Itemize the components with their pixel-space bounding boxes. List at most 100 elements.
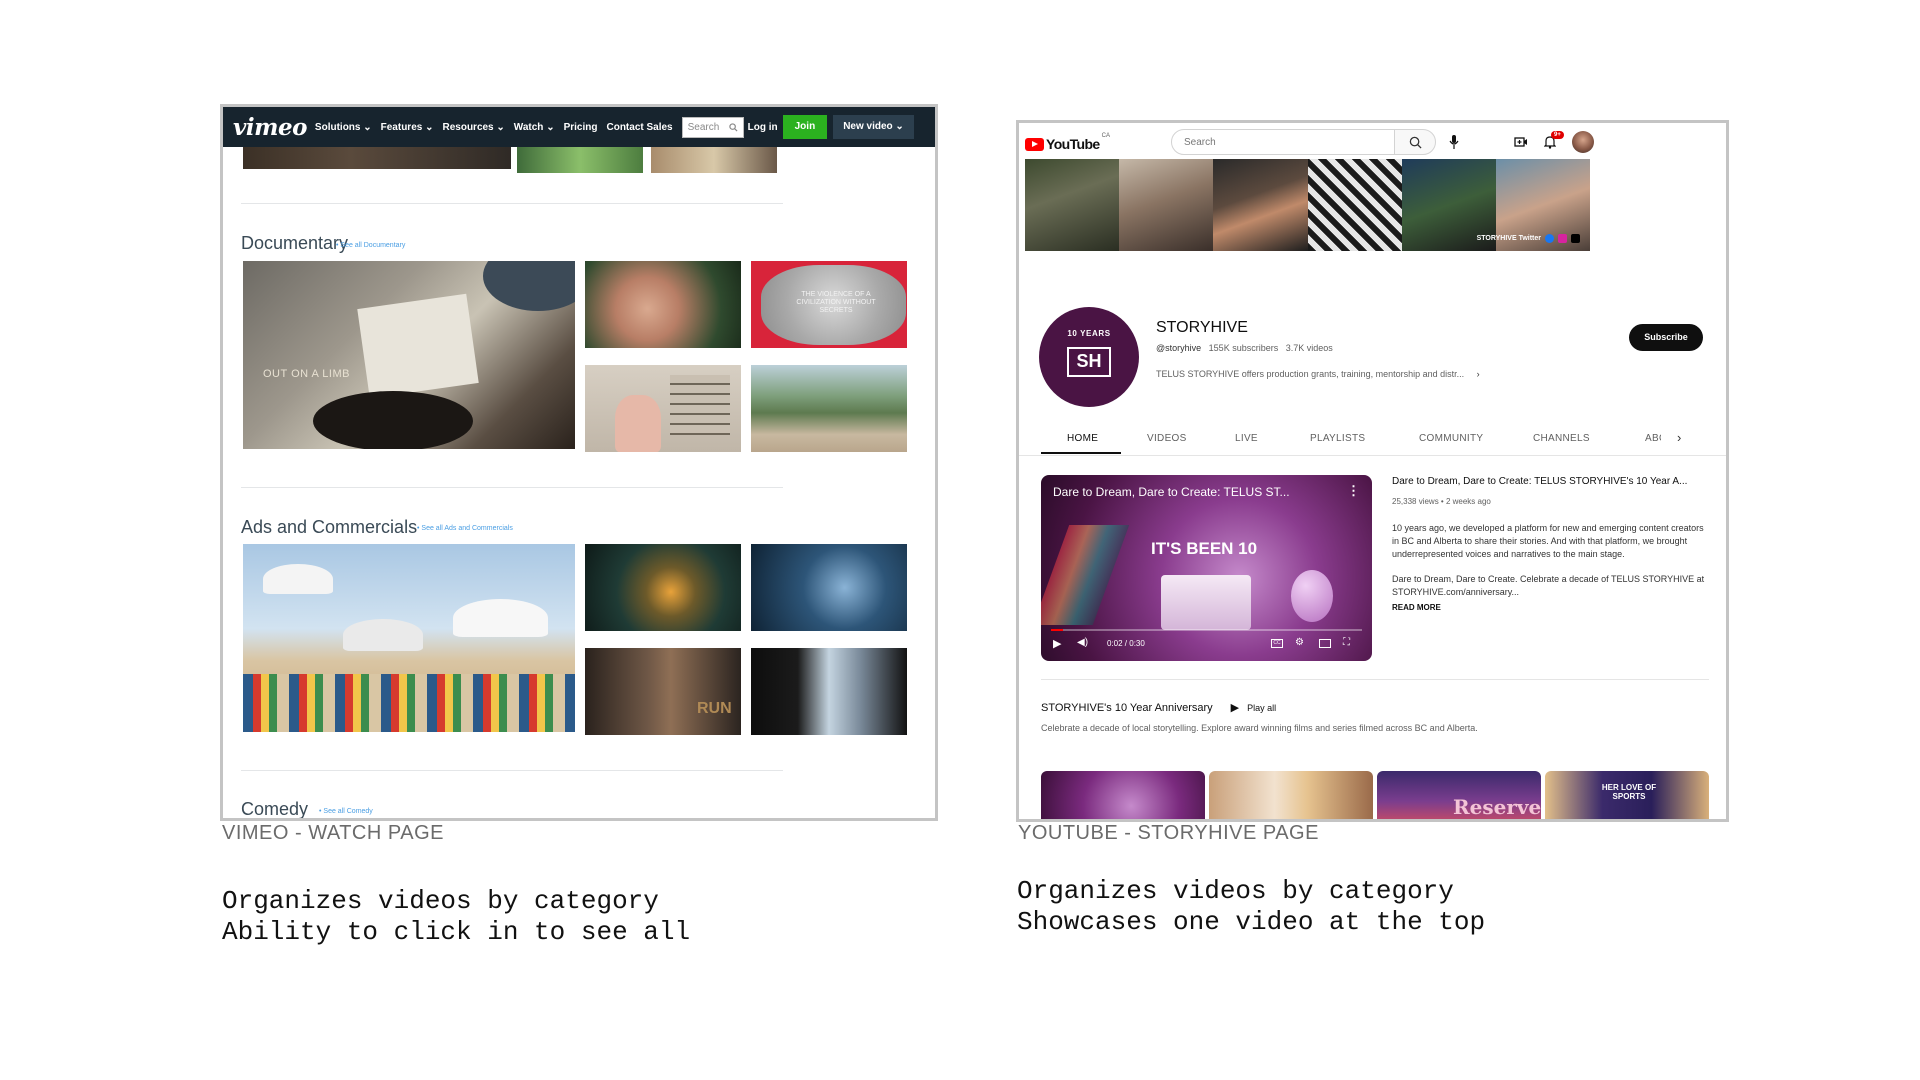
featured-video-title[interactable]: Dare to Dream, Dare to Create: TELUS STO… (1392, 476, 1707, 487)
tab-community[interactable]: COMMUNITY (1419, 433, 1483, 444)
notification-badge: 9+ (1551, 131, 1564, 139)
channel-avatar[interactable]: 10 YEARS SH (1039, 307, 1139, 407)
video-thumbnail[interactable] (751, 544, 907, 631)
video-thumbnail[interactable] (585, 544, 741, 631)
divider (1019, 455, 1726, 456)
see-all-comedy-link[interactable]: • See all Comedy (319, 808, 373, 815)
youtube-wordmark: YouTube (1046, 136, 1100, 152)
banner-photo (1213, 159, 1308, 251)
instagram-icon[interactable] (1558, 234, 1567, 243)
youtube-play-icon (1025, 137, 1044, 151)
youtube-logo[interactable]: YouTube CA (1025, 133, 1110, 152)
join-button[interactable]: Join (782, 115, 828, 139)
nav-solutions[interactable]: Solutions ⌄ (315, 122, 372, 133)
vimeo-notes: Organizes videos by category Ability to … (222, 886, 690, 948)
section-title-documentary: Documentary (241, 233, 349, 253)
play-all-label: Play all (1247, 702, 1277, 713)
subscribe-button[interactable]: Subscribe (1629, 324, 1703, 351)
video-thumbnail[interactable] (517, 143, 643, 173)
search-input[interactable]: Search (681, 116, 744, 138)
video-thumbnail[interactable]: THE VIOLENCE OF A CIVILIZATION WITHOUT S… (751, 261, 907, 348)
see-all-ads-link[interactable]: • See all Ads and Commercials (417, 525, 513, 532)
vimeo-screenshot: vimeo Solutions ⌄ Features ⌄ Resources ⌄… (220, 104, 938, 821)
divider (241, 770, 783, 771)
nav-pricing[interactable]: Pricing (564, 122, 598, 133)
search-icon (728, 122, 738, 132)
progress-bar[interactable] (1051, 629, 1362, 631)
playlist-title[interactable]: STORYHIVE's 10 Year Anniversary (1041, 702, 1213, 714)
description-text: TELUS STORYHIVE offers production grants… (1156, 369, 1465, 379)
play-icon[interactable]: ▶ (1053, 637, 1061, 650)
new-video-button[interactable]: New video ⌄ (833, 115, 914, 139)
chevron-right-icon[interactable]: › (1677, 430, 1682, 445)
settings-gear-icon[interactable]: ⚙ (1295, 637, 1304, 648)
microphone-icon[interactable] (1449, 135, 1459, 149)
playlist-description: Celebrate a decade of local storytelling… (1041, 723, 1478, 733)
channel-description[interactable]: TELUS STORYHIVE offers production grants… (1156, 369, 1480, 379)
video-thumbnail[interactable]: Reserved (1377, 771, 1541, 819)
tiktok-icon[interactable] (1571, 234, 1580, 243)
volume-icon[interactable]: ◀) (1077, 637, 1088, 648)
divider (241, 487, 783, 488)
thumbnail-caption: Reserved (1453, 795, 1541, 819)
vimeo-logo[interactable]: vimeo (233, 114, 307, 141)
tab-videos[interactable]: VIDEOS (1147, 433, 1187, 444)
facebook-icon[interactable] (1545, 234, 1554, 243)
vimeo-caption: VIMEO - WATCH PAGE (222, 822, 444, 844)
banner-social-links[interactable]: STORYHIVE Twitter (1477, 234, 1580, 243)
tab-channels[interactable]: CHANNELS (1533, 433, 1590, 444)
nav-contact-sales[interactable]: Contact Sales (606, 122, 672, 133)
twitter-link[interactable]: STORYHIVE Twitter (1477, 235, 1541, 242)
search-button[interactable] (1394, 129, 1436, 155)
note-line: Organizes videos by category (1017, 876, 1454, 906)
login-link[interactable]: Log in (748, 122, 778, 133)
video-thumbnail[interactable] (1209, 771, 1373, 819)
cast-icon[interactable] (1319, 639, 1331, 648)
thumbnail-caption: HER LOVE OF SPORTS (1601, 783, 1657, 801)
tab-home[interactable]: HOME (1067, 433, 1098, 444)
youtube-topbar: YouTube CA Search 9+ (1019, 123, 1726, 161)
nav-resources[interactable]: Resources ⌄ (442, 122, 504, 133)
divider (241, 203, 783, 204)
video-thumbnail[interactable]: HER LOVE OF SPORTS (1545, 771, 1709, 819)
chevron-right-icon: › (1476, 369, 1480, 379)
note-line: Ability to click in to see all (222, 917, 691, 947)
featured-video-description: 10 years ago, we developed a platform fo… (1392, 523, 1704, 559)
captions-icon[interactable]: CC (1271, 639, 1283, 648)
note-line: Organizes videos by category (222, 886, 659, 916)
thumbnail-caption: OUT ON A LIMB (263, 368, 350, 380)
search-input[interactable]: Search (1171, 129, 1395, 155)
play-icon: ▶ (1230, 702, 1240, 714)
featured-video-info: Dare to Dream, Dare to Create: TELUS STO… (1392, 476, 1707, 612)
nav-watch[interactable]: Watch ⌄ (514, 122, 555, 133)
featured-ad-thumbnail[interactable] (243, 544, 575, 732)
featured-documentary-thumbnail[interactable]: OUT ON A LIMB (243, 261, 575, 449)
video-thumbnail[interactable] (1041, 771, 1205, 819)
create-video-icon[interactable] (1514, 136, 1528, 148)
video-thumbnail[interactable] (751, 365, 907, 452)
video-thumbnail[interactable] (585, 365, 741, 452)
video-thumbnail[interactable] (585, 261, 741, 348)
nav-features[interactable]: Features ⌄ (381, 122, 434, 133)
featured-video-player[interactable]: Dare to Dream, Dare to Create: TELUS ST.… (1041, 475, 1372, 661)
banner-photo (1307, 159, 1402, 251)
tab-playlists[interactable]: PLAYLISTS (1310, 433, 1365, 444)
country-code: CA (1101, 133, 1110, 139)
account-avatar[interactable] (1572, 131, 1594, 153)
tab-about[interactable]: ABO (1645, 433, 1661, 444)
read-more-link[interactable]: READ MORE (1392, 603, 1707, 612)
video-thumbnail[interactable] (651, 143, 777, 173)
video-thumbnail[interactable]: RUN (585, 648, 741, 735)
tab-live[interactable]: LIVE (1235, 433, 1258, 444)
channel-banner: STORYHIVE Twitter (1025, 159, 1591, 251)
video-thumbnail[interactable] (751, 648, 907, 735)
divider (1041, 679, 1709, 680)
player-title: Dare to Dream, Dare to Create: TELUS ST.… (1053, 485, 1290, 499)
featured-video-meta: 25,338 views • 2 weeks ago (1392, 497, 1491, 506)
section-title-comedy: Comedy (241, 799, 309, 819)
thumbnail-caption: THE VIOLENCE OF A CIVILIZATION WITHOUT S… (796, 291, 876, 314)
more-options-icon[interactable]: ⋮ (1347, 483, 1360, 499)
fullscreen-icon[interactable]: ⛶ (1343, 637, 1350, 648)
play-all-button[interactable]: ▶ Play all (1231, 701, 1276, 714)
see-all-documentary-link[interactable]: • See all Documentary (336, 242, 405, 249)
